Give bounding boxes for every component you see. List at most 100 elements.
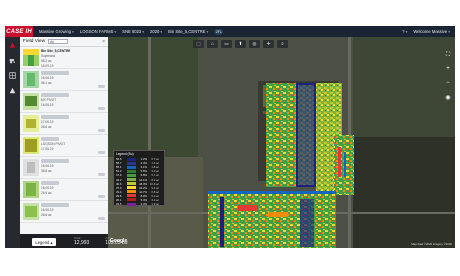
operation-date: 16.06.19 — [41, 76, 54, 80]
field-card[interactable]: Bin Site_5,CENTRE Soybeans 58.2 ac 16.09… — [20, 47, 108, 69]
field-name: Bin Site_5,CENTRE — [41, 49, 71, 53]
legend-swatch — [127, 157, 136, 161]
visibility-toggle[interactable] — [98, 106, 105, 110]
operation-thumbnail — [23, 137, 39, 154]
stat-value: 109.05 bu — [105, 240, 128, 246]
upload-button[interactable]: ⬆ — [235, 39, 246, 48]
operation-date: 17.06.19 — [41, 120, 54, 124]
field-thumbnail — [23, 49, 39, 66]
operation-type-pill — [41, 159, 69, 163]
legend-swatch — [127, 186, 136, 190]
operation-type-pill — [41, 71, 69, 75]
search-button[interactable]: ⌕ — [277, 39, 288, 48]
map-attribution: Map data ©2020 Imagery ©2020 — [411, 242, 452, 246]
operation-card[interactable]: MX PIVOT 16.06.19 — [20, 91, 108, 113]
operation-card[interactable]: 16.06.19 26.6 ac — [20, 179, 108, 201]
operation-card[interactable]: LOGSON PIVOT 17.06.19 — [20, 135, 108, 157]
operation-thumbnail — [23, 93, 39, 110]
panel-header: Field View All × — [20, 37, 108, 47]
breadcrumb-org[interactable]: Massive Growing▾ — [39, 29, 74, 34]
select-area-button[interactable]: ⬚ — [193, 39, 204, 48]
legend-swatch — [127, 190, 136, 194]
area-label: 58.2 ac — [41, 59, 52, 63]
home-button[interactable]: ⌂ — [207, 39, 218, 48]
field-view-panel: Field View All × Bin Site_5,CENTRE Soybe… — [20, 37, 108, 248]
yield-map-imagery — [108, 37, 455, 248]
operation-card[interactable]: 16.06.19 96.1 ac — [20, 69, 108, 91]
legend-rows: 62.5 1.2% 0.7 ac 58.7 2.4% 1.4 ac 55.1 3.1% 1.8 … — [116, 157, 162, 206]
user-menu[interactable]: Welcome Massive▾ — [413, 29, 450, 34]
locate-button[interactable]: ◉ — [444, 93, 452, 101]
operation-thumbnail — [23, 203, 39, 220]
visibility-toggle[interactable] — [98, 194, 105, 198]
breadcrumb-farm[interactable]: LOGSON FARMS▾ — [80, 29, 116, 34]
map-controls: ⛶ + − ◉ — [444, 51, 452, 101]
crop-label: Soybeans — [41, 54, 56, 58]
visibility-toggle[interactable] — [98, 128, 105, 132]
panel-title: Field View — [23, 39, 46, 44]
legend-swatch — [127, 194, 136, 198]
date-label: 16.09.19 — [41, 64, 54, 68]
operation-sub: LOGSON PIVOT — [41, 142, 66, 146]
satellite-map[interactable]: ⬚ ⌂ ▭ ⬆ ◎ ✛ ⌕ ⛶ + − ◉ Google Map data ©2… — [108, 37, 455, 248]
layer-badge[interactable]: 2FL — [214, 28, 224, 35]
operation-area: 96.1 ac — [41, 81, 52, 85]
legend-swatch — [127, 165, 136, 169]
operation-type-pill — [41, 115, 69, 119]
operation-sub: MX PIVOT — [41, 98, 57, 102]
visibility-toggle[interactable] — [98, 150, 105, 154]
alert-icon[interactable] — [9, 87, 16, 94]
map-layers-icon[interactable] — [9, 72, 16, 79]
filter-select[interactable]: All — [48, 39, 69, 44]
legend-swatch — [127, 161, 136, 165]
operation-date: 16.06.19 — [41, 208, 54, 212]
breadcrumb: Massive Growing▾ LOGSON FARMS▾ SNE 6023▾… — [39, 28, 224, 35]
zoom-in-button[interactable]: + — [444, 65, 452, 73]
operation-area: 35.8 ac — [41, 169, 52, 173]
close-panel-button[interactable]: × — [102, 39, 105, 45]
tractor-icon[interactable] — [9, 57, 16, 64]
operation-area: 26.6 ac — [41, 213, 52, 217]
move-button[interactable]: ✛ — [263, 39, 274, 48]
legend-area: 1.9 ac — [151, 202, 159, 207]
legend-button[interactable]: Legend ▴ — [32, 238, 56, 246]
breadcrumb-field[interactable]: Bin Site_5,CENTRE▾ — [168, 29, 208, 34]
stat-average: Avg 109.05 bu — [105, 236, 127, 246]
operation-thumbnail — [23, 159, 39, 176]
operation-date: 16.06.19 — [41, 186, 54, 190]
operation-thumbnail — [23, 181, 39, 198]
legend-swatch — [127, 169, 136, 173]
operation-card[interactable]: 16.06.19 35.8 ac — [20, 157, 108, 179]
help-button[interactable]: ?▾ — [402, 29, 407, 34]
map-toolbar: ⬚ ⌂ ▭ ⬆ ◎ ✛ ⌕ — [193, 39, 288, 48]
operation-card[interactable]: 17.06.19 26.6 ac — [20, 113, 108, 135]
operation-card[interactable]: 16.06.19 26.6 ac — [20, 201, 108, 223]
stat-value: 12,993 — [74, 240, 90, 246]
operation-area: 26.6 ac — [41, 191, 52, 195]
brand-logo[interactable]: CASE IH — [5, 26, 33, 37]
operation-date: 16.06.19 — [41, 103, 54, 107]
left-icon-rail — [5, 37, 20, 248]
visibility-toggle[interactable] — [98, 172, 105, 176]
visibility-toggle[interactable] — [98, 216, 105, 220]
legend-row: 22.5 3.3% 1.9 ac — [116, 202, 162, 206]
brand-name: CASE IH — [6, 28, 32, 35]
operation-date: 17.06.19 — [41, 147, 54, 151]
legend-percent: 3.3% — [140, 202, 147, 207]
visibility-toggle[interactable] — [98, 84, 105, 88]
fullscreen-button[interactable]: ⛶ — [444, 51, 452, 59]
zoom-out-button[interactable]: − — [444, 79, 452, 87]
stat-total: Total 12,993 — [74, 236, 89, 246]
breadcrumb-year[interactable]: 2020▾ — [150, 29, 162, 34]
draw-button[interactable]: ▭ — [221, 39, 232, 48]
breadcrumb-field-group[interactable]: SNE 6023▾ — [122, 29, 144, 34]
operation-thumbnail — [23, 115, 39, 132]
operation-type-pill — [41, 181, 59, 185]
legend-swatch — [127, 178, 136, 182]
target-button[interactable]: ◎ — [249, 39, 260, 48]
legend-swatch — [127, 182, 136, 186]
operation-area: 26.6 ac — [41, 125, 52, 129]
operation-thumbnail — [23, 71, 39, 88]
case-ih-emblem-icon[interactable] — [9, 42, 16, 49]
top-right-controls: ?▾ Welcome Massive▾ — [402, 29, 455, 34]
